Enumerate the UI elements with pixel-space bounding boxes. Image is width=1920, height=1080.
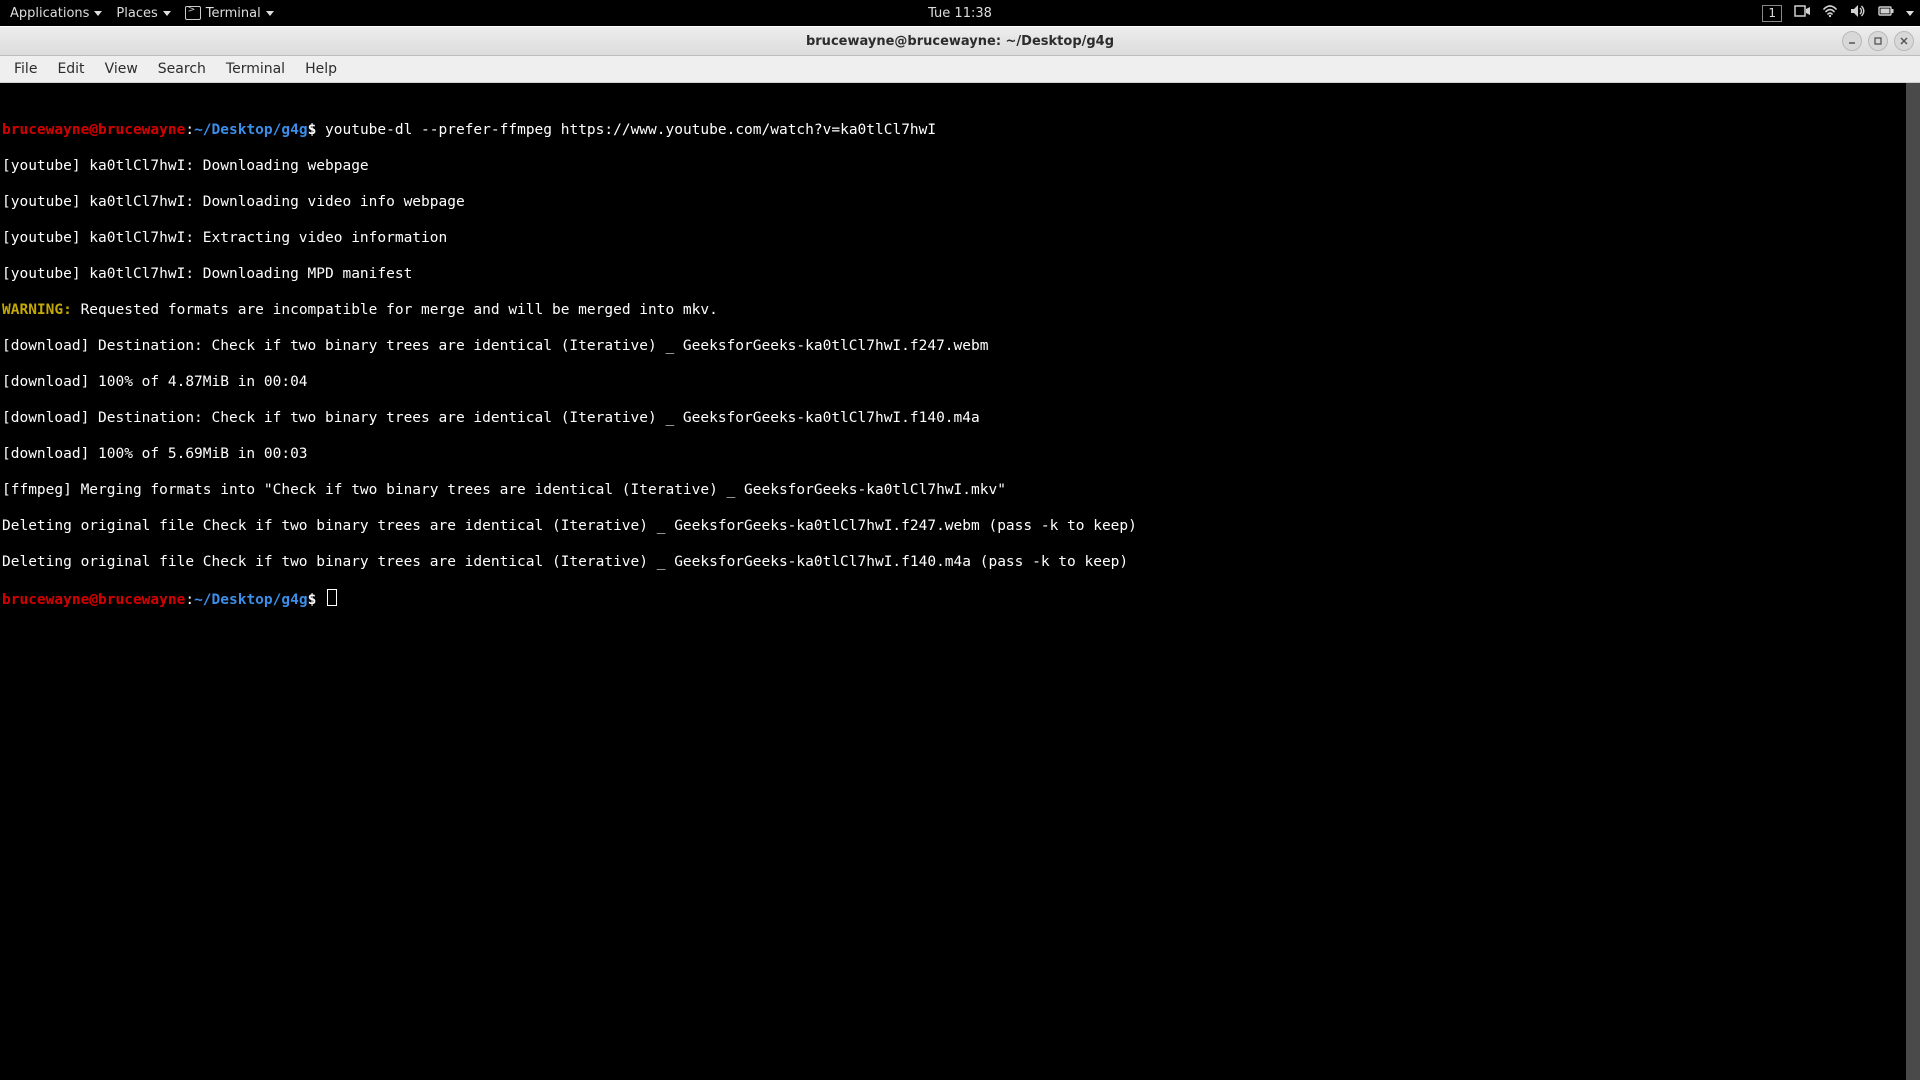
prompt-separator: :: [185, 592, 194, 608]
close-button[interactable]: [1894, 31, 1914, 51]
prompt-dollar: $: [308, 592, 317, 608]
terminal-line: brucewayne@brucewayne:~/Desktop/g4g$: [2, 589, 1918, 609]
menu-file[interactable]: File: [4, 58, 47, 80]
maximize-button[interactable]: [1868, 31, 1888, 51]
terminal-menubar: File Edit View Search Terminal Help: [0, 56, 1920, 83]
prompt-path: ~/Desktop/g4g: [194, 592, 308, 608]
volume-icon[interactable]: [1850, 4, 1866, 22]
terminal-line: brucewayne@brucewayne:~/Desktop/g4g$ you…: [2, 121, 1918, 139]
window-titlebar[interactable]: brucewayne@brucewayne: ~/Desktop/g4g: [0, 26, 1920, 56]
terminal-icon: [185, 6, 201, 20]
applications-label: Applications: [10, 6, 89, 21]
chevron-down-icon: [94, 11, 102, 16]
chevron-down-icon: [163, 11, 171, 16]
scrollbar-thumb[interactable]: [1906, 83, 1920, 1080]
battery-icon[interactable]: [1878, 4, 1894, 22]
terminal-line: WARNING: Requested formats are incompati…: [2, 301, 1918, 319]
prompt-user: brucewayne@brucewayne: [2, 122, 185, 138]
cursor-block: [327, 589, 337, 606]
prompt-dollar: $: [308, 122, 317, 138]
menu-terminal[interactable]: Terminal: [216, 58, 295, 80]
workspace-indicator[interactable]: 1: [1762, 5, 1782, 22]
terminal-app-label: Terminal: [206, 6, 261, 21]
terminal-line: [youtube] ka0tlCl7hwI: Downloading webpa…: [2, 157, 1918, 175]
terminal-app-menu[interactable]: Terminal: [185, 6, 274, 21]
menu-edit[interactable]: Edit: [47, 58, 94, 80]
terminal-line: [youtube] ka0tlCl7hwI: Downloading MPD m…: [2, 265, 1918, 283]
applications-menu[interactable]: Applications: [10, 6, 102, 21]
scrollbar[interactable]: [1906, 83, 1920, 1080]
prompt-user: brucewayne@brucewayne: [2, 592, 185, 608]
terminal-line: Deleting original file Check if two bina…: [2, 553, 1918, 571]
places-label: Places: [116, 6, 157, 21]
prompt-separator: :: [185, 122, 194, 138]
terminal-line: [youtube] ka0tlCl7hwI: Extracting video …: [2, 229, 1918, 247]
network-icon[interactable]: [1822, 4, 1838, 22]
terminal-line: [youtube] ka0tlCl7hwI: Downloading video…: [2, 193, 1918, 211]
screen-record-icon[interactable]: [1794, 4, 1810, 22]
menu-view[interactable]: View: [95, 58, 148, 80]
warning-label: WARNING:: [2, 302, 72, 318]
panel-clock[interactable]: Tue 11:38: [928, 6, 992, 21]
terminal-line: [download] Destination: Check if two bin…: [2, 337, 1918, 355]
typed-command: youtube-dl --prefer-ffmpeg https://www.y…: [316, 122, 936, 138]
menu-search[interactable]: Search: [148, 58, 216, 80]
terminal-line: Deleting original file Check if two bina…: [2, 517, 1918, 535]
desktop-top-panel: Applications Places Terminal Tue 11:38 1: [0, 0, 1920, 26]
places-menu[interactable]: Places: [116, 6, 170, 21]
terminal-viewport[interactable]: brucewayne@brucewayne:~/Desktop/g4g$ you…: [0, 83, 1920, 1080]
minimize-button[interactable]: [1842, 31, 1862, 51]
system-menu-chevron-icon[interactable]: [1906, 11, 1914, 16]
window-title: brucewayne@brucewayne: ~/Desktop/g4g: [806, 34, 1114, 49]
menu-help[interactable]: Help: [295, 58, 347, 80]
terminal-line: [download] 100% of 5.69MiB in 00:03: [2, 445, 1918, 463]
terminal-line: [ffmpeg] Merging formats into "Check if …: [2, 481, 1918, 499]
terminal-line: [download] 100% of 4.87MiB in 00:04: [2, 373, 1918, 391]
warning-text: Requested formats are incompatible for m…: [72, 302, 718, 318]
prompt-path: ~/Desktop/g4g: [194, 122, 308, 138]
terminal-line: [download] Destination: Check if two bin…: [2, 409, 1918, 427]
chevron-down-icon: [266, 11, 274, 16]
